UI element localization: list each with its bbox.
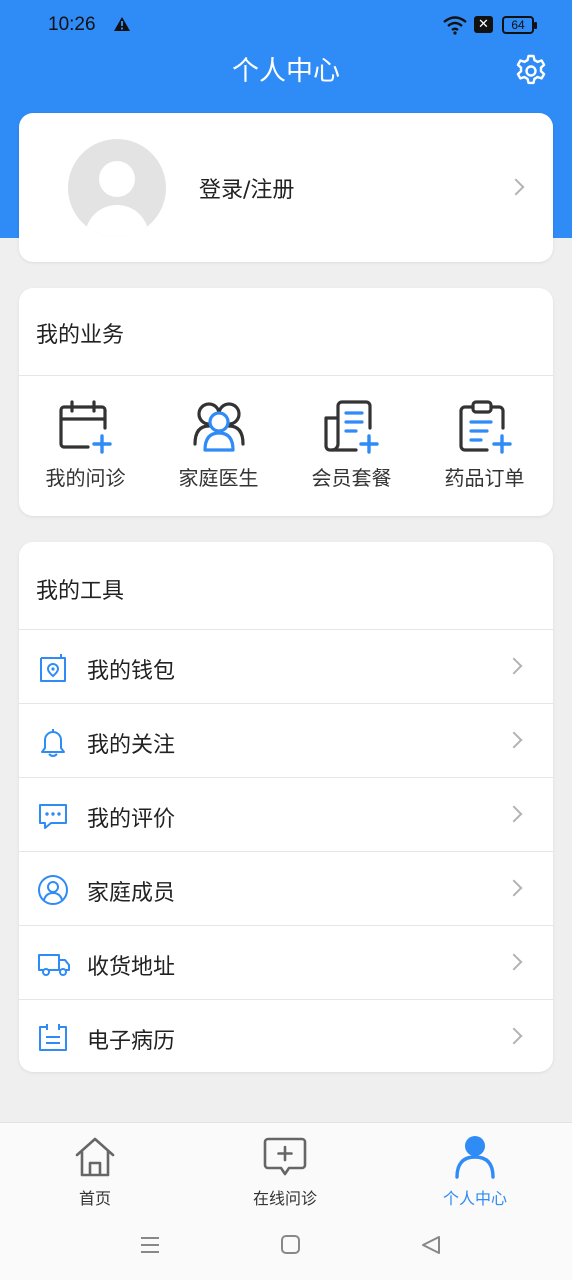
tool-row-wallet[interactable]: 我的钱包 [19, 630, 553, 704]
doctors-group-icon [192, 402, 245, 452]
tool-label: 我的钱包 [87, 659, 176, 684]
login-register-label: 登录/注册 [199, 178, 295, 203]
biz-item-label: 我的问诊 [45, 466, 126, 490]
profile-card[interactable]: 登录/注册 [19, 113, 553, 262]
business-card: 我的业务 我的问诊 家庭医生 会员套餐 药品订单 [19, 288, 553, 516]
person-icon [455, 1136, 495, 1179]
comment-icon [39, 804, 67, 829]
battery-icon: 64 [502, 16, 537, 34]
tool-label: 电子病历 [87, 1029, 176, 1054]
nav-label: 个人中心 [442, 1189, 507, 1208]
system-navigation [0, 1222, 572, 1272]
business-title: 我的业务 [36, 323, 125, 348]
chevron-right-icon [505, 879, 523, 897]
nav-personal-center[interactable]: 个人中心 [380, 1135, 570, 1221]
nav-online-consultation[interactable]: 在线问诊 [190, 1135, 380, 1221]
tool-row-shipping-address[interactable]: 收货地址 [19, 926, 553, 1000]
document-plus-icon [323, 400, 379, 454]
warning-icon [114, 17, 130, 31]
chevron-right-icon [505, 657, 523, 675]
menu-icon[interactable] [139, 1234, 161, 1256]
divider [19, 375, 553, 376]
status-time: 10:26 [48, 14, 96, 35]
tool-label: 我的评价 [87, 807, 176, 832]
status-bar: 10:26 ✕ 64 [0, 0, 572, 52]
chevron-right-icon [507, 178, 525, 196]
chevron-right-icon [505, 731, 523, 749]
tool-label: 我的关注 [87, 733, 176, 758]
biz-item-label: 家庭医生 [178, 466, 259, 490]
tools-card: 我的工具 我的钱包 我的关注 我的评价 家庭成员 收货地址 电子病历 [19, 542, 553, 1072]
biz-item-membership[interactable]: 会员套餐 [285, 388, 418, 498]
tool-row-medical-records[interactable]: 电子病历 [19, 1000, 553, 1074]
wifi-icon [443, 16, 467, 35]
tool-row-family-members[interactable]: 家庭成员 [19, 852, 553, 926]
page-title: 个人中心 [232, 56, 340, 87]
biz-item-consultation[interactable]: 我的问诊 [19, 388, 152, 498]
tool-label: 家庭成员 [87, 881, 176, 906]
nav-home[interactable]: 首页 [0, 1135, 190, 1221]
notification-x-icon: ✕ [474, 16, 493, 33]
gear-icon[interactable] [513, 53, 549, 89]
medical-record-icon [39, 1024, 67, 1051]
nav-label: 首页 [78, 1189, 111, 1208]
user-circle-icon [38, 875, 68, 905]
tool-row-following[interactable]: 我的关注 [19, 704, 553, 778]
biz-item-family-doctor[interactable]: 家庭医生 [152, 388, 285, 498]
home-icon [75, 1137, 115, 1177]
tools-title: 我的工具 [36, 579, 125, 604]
truck-icon [38, 954, 70, 976]
tool-row-reviews[interactable]: 我的评价 [19, 778, 553, 852]
home-square-icon[interactable] [280, 1234, 302, 1256]
nav-label: 在线问诊 [252, 1189, 317, 1208]
chevron-right-icon [505, 1027, 523, 1045]
page: 10:26 ✕ 64 个人中心 登录/注册 我的业务 我的问诊 家庭医生 会员套… [0, 0, 572, 1280]
chat-plus-icon [263, 1137, 307, 1176]
tool-label: 收货地址 [87, 955, 176, 980]
chevron-right-icon [505, 805, 523, 823]
biz-item-label: 药品订单 [444, 466, 525, 490]
wallet-icon [40, 654, 66, 682]
biz-item-drug-orders[interactable]: 药品订单 [418, 388, 551, 498]
chevron-right-icon [505, 953, 523, 971]
calendar-plus-icon [58, 400, 112, 454]
clipboard-plus-icon [458, 400, 512, 454]
avatar [68, 139, 166, 237]
biz-item-label: 会员套餐 [311, 466, 392, 490]
back-triangle-icon[interactable] [420, 1234, 442, 1256]
bell-icon [41, 729, 65, 757]
